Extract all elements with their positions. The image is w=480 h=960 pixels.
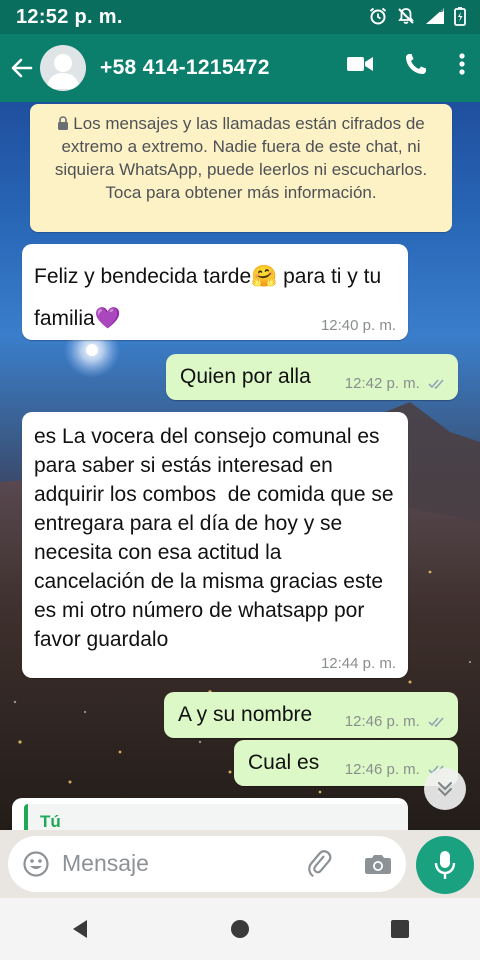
message-placeholder: Mensaje (62, 850, 149, 876)
message-incoming[interactable]: Feliz y bendecida tarde🤗 para ti y tu fa… (22, 244, 408, 340)
message-time: 12:40 p. m. (320, 317, 396, 334)
message-time-row: 12:42 p. m. (345, 375, 446, 392)
avatar-icon (46, 54, 80, 89)
message-incoming[interactable]: es La vocera del consejo comunal es para… (22, 412, 408, 678)
phone-icon[interactable] (404, 52, 428, 76)
alarm-icon (369, 7, 387, 25)
emoji-icon[interactable] (22, 850, 50, 878)
message-outgoing[interactable]: Cual es 12:46 p. m. (234, 740, 458, 786)
message-outgoing[interactable]: A y su nombre 12:46 p. m. (164, 692, 458, 738)
composer-bar: Mensaje (0, 830, 480, 898)
lock-icon (58, 116, 69, 130)
battery-icon (454, 7, 466, 26)
message-text: Quien por alla (180, 365, 311, 388)
message-time: 12:46 p. m. (344, 713, 420, 730)
nav-home-icon[interactable] (229, 918, 251, 940)
scroll-to-bottom-button[interactable] (424, 768, 466, 810)
header-actions (346, 52, 466, 76)
read-ticks-icon (428, 379, 444, 390)
message-text: A y su nombre (178, 703, 313, 726)
signal-icon: 4G (424, 4, 446, 26)
back-button[interactable] (8, 54, 36, 82)
quoted-author: Tú (40, 812, 61, 831)
mic-button[interactable] (416, 836, 474, 894)
chat-header: +58 414-1215472 (0, 34, 480, 102)
status-time: 12:52 p. m. (16, 5, 123, 28)
status-bar: 12:52 p. m. 4G (0, 0, 480, 34)
nav-back-icon[interactable] (69, 918, 91, 940)
message-time-row: 12:46 p. m. (345, 713, 446, 730)
contact-name[interactable]: +58 414-1215472 (100, 56, 270, 80)
message-time: 12:42 p. m. (344, 375, 420, 392)
status-icons: 4G (368, 4, 466, 26)
message-text: Cual es (248, 751, 320, 774)
mic-icon (434, 851, 456, 879)
network-type: 4G (432, 4, 445, 14)
message-input[interactable]: Mensaje (8, 836, 406, 892)
encryption-text: Los mensajes y las llamadas están cifrad… (54, 114, 428, 202)
nav-recents-icon[interactable] (389, 918, 411, 940)
message-text: es La vocera del consejo comunal es para… (34, 425, 400, 651)
message-outgoing[interactable]: Quien por alla 12:42 p. m. (166, 354, 458, 400)
double-chevron-down-icon (438, 782, 452, 797)
back-arrow-icon (11, 58, 33, 78)
video-call-icon[interactable] (346, 54, 374, 74)
message-time: 12:44 p. m. (320, 655, 396, 672)
camera-icon[interactable] (364, 852, 392, 876)
contact-avatar[interactable] (40, 45, 86, 91)
more-options-icon[interactable] (458, 52, 466, 76)
mute-icon (398, 8, 414, 24)
system-navigation-bar (0, 898, 480, 960)
message-time: 12:46 p. m. (344, 761, 420, 778)
read-ticks-icon (428, 717, 444, 728)
attach-icon[interactable] (306, 850, 334, 878)
encryption-notice[interactable]: Los mensajes y las llamadas están cifrad… (30, 104, 452, 232)
